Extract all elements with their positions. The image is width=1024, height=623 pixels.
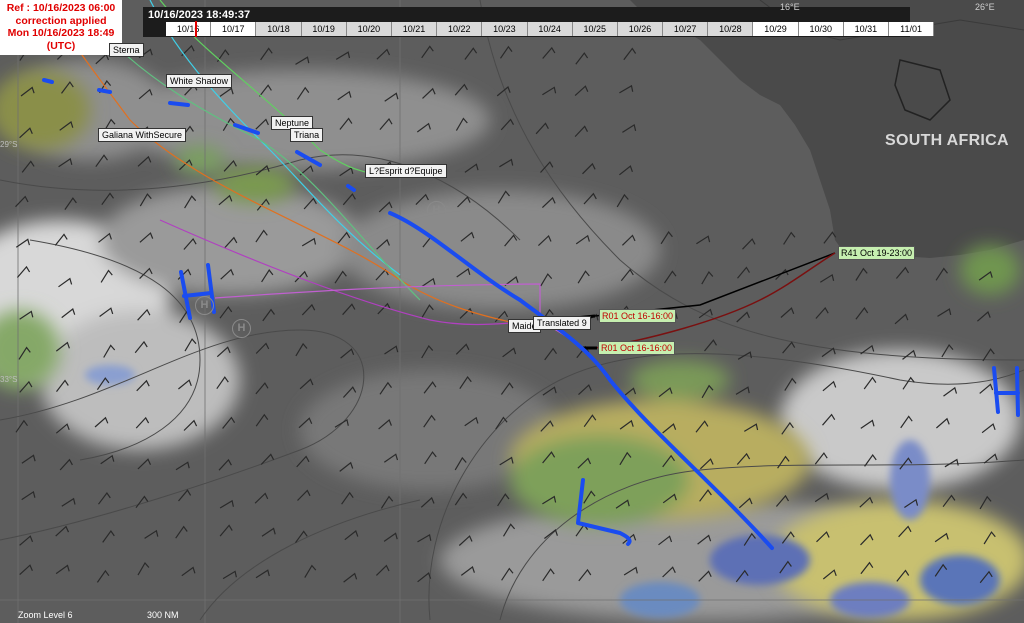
route-label-r01-b[interactable]: R01 Oct 16-16:00 <box>598 341 676 355</box>
timeline-day[interactable]: 10/18 <box>256 22 302 36</box>
timeline-day[interactable]: 11/01 <box>889 22 935 36</box>
boat-label-translated[interactable]: Translated 9 <box>533 316 591 330</box>
high-pressure-marker: H <box>232 319 251 338</box>
high-pressure-marker: H <box>427 201 446 220</box>
timeline-days[interactable]: 10/16 10/17 10/18 10/19 10/20 10/21 10/2… <box>166 22 935 36</box>
longitude-label: 26°E <box>975 2 995 12</box>
latitude-label: 29°S <box>0 140 18 149</box>
timeline-day[interactable]: 10/20 <box>346 22 392 36</box>
longitude-label: 16°E <box>780 2 800 12</box>
boat-label-sterna[interactable]: Sterna <box>109 43 144 57</box>
timeline-day[interactable]: 10/21 <box>391 22 438 36</box>
timeline-day[interactable]: 10/17 <box>211 22 257 36</box>
timeline-day[interactable]: 10/22 <box>437 22 483 36</box>
reference-line-4: (UTC) <box>46 39 76 52</box>
boat-label-white-shadow[interactable]: White Shadow <box>166 74 233 88</box>
timeline-day[interactable]: 10/24 <box>527 22 573 36</box>
timeline-day[interactable]: 10/23 <box>482 22 528 36</box>
boat-label-galiana[interactable]: Galiana WithSecure <box>98 128 187 142</box>
timeline-day[interactable]: 10/28 <box>708 22 754 36</box>
boat-label-esprit[interactable]: L?Esprit d?Equipe <box>365 164 447 178</box>
timeline-day[interactable]: 10/31 <box>843 22 889 36</box>
scale-label: 300 NM <box>147 610 179 620</box>
boat-label-triana[interactable]: Triana <box>290 128 324 142</box>
route-label-r01-a[interactable]: R01 Oct 16-16:00 <box>599 309 677 323</box>
timeline-day[interactable]: 10/27 <box>663 22 709 36</box>
latitude-label: 33°S <box>0 375 18 384</box>
high-pressure-marker: H <box>195 296 214 315</box>
timeline-day[interactable]: 10/29 <box>753 22 799 36</box>
timeline-day[interactable]: 10/25 <box>572 22 618 36</box>
reference-line-1: Ref : 10/16/2023 06:00 <box>6 2 116 14</box>
reference-line-3: Mon 10/16/2023 18:49 <box>7 27 115 39</box>
country-label: SOUTH AFRICA <box>885 132 1009 149</box>
timeline-cursor[interactable] <box>195 21 197 37</box>
reference-time-box: Ref : 10/16/2023 06:00 correction applie… <box>0 0 122 55</box>
current-time: 10/16/2023 18:49:37 <box>148 9 251 21</box>
timeline-day[interactable]: 10/16 <box>166 22 212 36</box>
timeline-day[interactable]: 10/30 <box>798 22 844 36</box>
weather-routing-map[interactable]: Ref : 10/16/2023 06:00 correction applie… <box>0 0 1024 623</box>
zoom-level: Zoom Level 6 <box>18 610 73 620</box>
map-canvas[interactable] <box>0 0 1024 623</box>
route-label-r41[interactable]: R41 Oct 19-23:00 <box>838 246 916 260</box>
timeline-day[interactable]: 10/26 <box>617 22 664 36</box>
reference-line-2: correction applied <box>15 14 107 27</box>
timeline-day[interactable]: 10/19 <box>301 22 347 36</box>
